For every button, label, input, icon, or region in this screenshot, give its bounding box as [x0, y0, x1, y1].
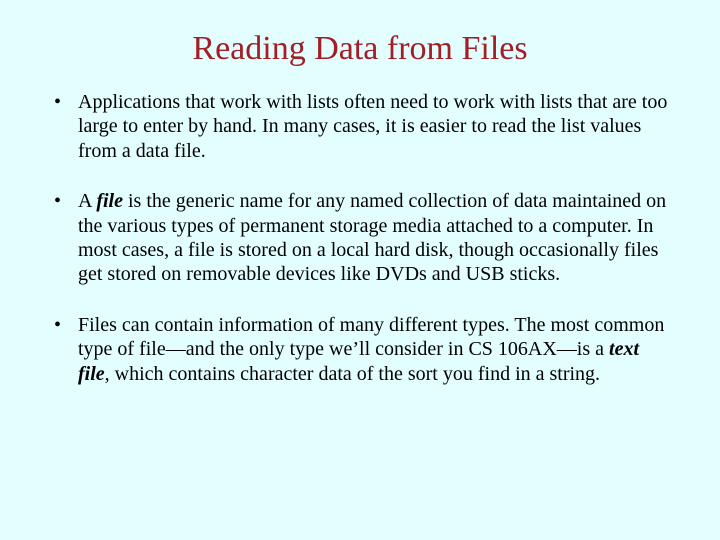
list-item: A file is the generic name for any named… [48, 189, 672, 287]
bullet-text: Applications that work with lists often … [78, 91, 667, 162]
bullet-text-post: is the generic name for any named collec… [78, 190, 666, 285]
list-item: Applications that work with lists often … [48, 90, 672, 163]
bullet-text-post: , which contains character data of the s… [105, 363, 600, 385]
bullet-text-pre: Files can contain information of many di… [78, 314, 664, 360]
bullet-text-pre: A [78, 190, 96, 212]
term-file: file [96, 190, 123, 212]
bullet-list: Applications that work with lists often … [48, 90, 672, 386]
slide: Reading Data from Files Applications tha… [0, 0, 720, 436]
list-item: Files can contain information of many di… [48, 313, 672, 386]
slide-title: Reading Data from Files [48, 30, 672, 68]
